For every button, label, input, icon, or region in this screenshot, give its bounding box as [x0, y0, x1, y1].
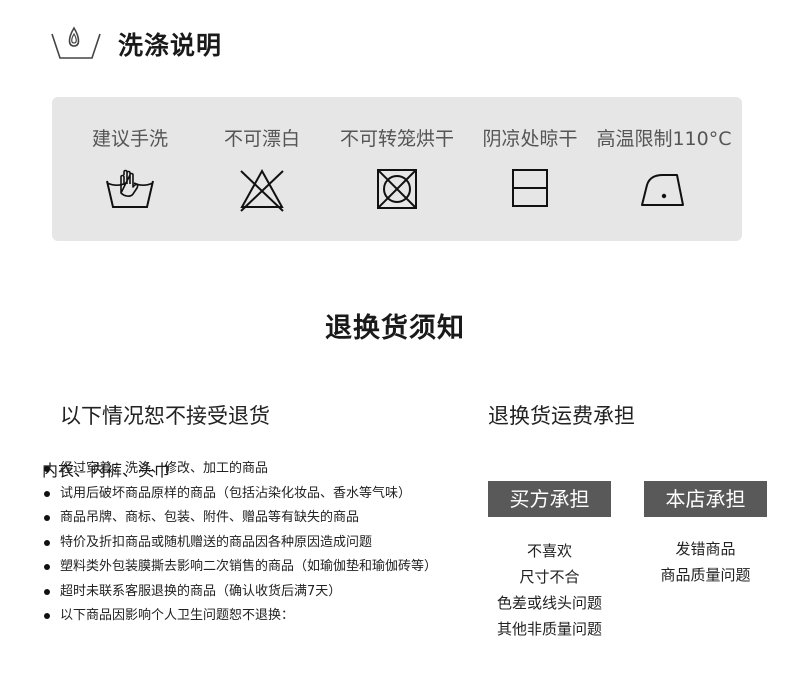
list-item: 其他非质量问题	[496, 620, 602, 638]
list-item: 试用后破坏商品原样的商品（包括沾染化妆品、香水等气味）	[42, 482, 437, 507]
bullet-icon	[44, 490, 50, 497]
care-item-no-tumble-dry: 不可转笼烘干	[336, 97, 458, 241]
no-return-list: 经过穿着、洗涤、修改、加工的商品 试用后破坏商品原样的商品（包括沾染化妆品、香水…	[42, 457, 437, 629]
list-item: 不喜欢	[526, 542, 572, 560]
list-item: 发错商品	[675, 540, 736, 558]
washing-title: 洗涤说明	[118, 31, 223, 60]
hygiene-items-text: 内衣、内裤、头巾	[42, 461, 171, 480]
shipping-fee-title: 退换货运费承担	[488, 404, 635, 428]
store-pays-list: 发错商品 商品质量问题	[644, 536, 767, 588]
care-label: 阴凉处晾干	[482, 128, 578, 150]
dry-in-shade-icon	[512, 169, 548, 207]
bullet-icon	[44, 588, 50, 595]
care-item-dry-in-shade: 阴凉处晾干	[480, 97, 580, 241]
no-bleach-icon	[240, 168, 284, 212]
bullet-icon	[44, 539, 50, 546]
care-symbols-panel: 建议手洗 不可漂白 不可转笼烘干 阴凉处晾干 高温限制110°C	[52, 97, 742, 241]
care-label: 高温限制110°C	[596, 128, 732, 150]
no-return-title: 以下情况恕不接受退货	[60, 404, 270, 428]
list-item: 尺寸不合	[519, 568, 580, 586]
bullet-icon	[44, 515, 50, 521]
list-item: 商品质量问题	[660, 566, 751, 584]
exchange-title: 退换货须知	[325, 313, 465, 344]
bullet-icon	[44, 564, 50, 570]
wash-basin-icon	[51, 26, 101, 59]
no-tumble-dry-icon	[377, 169, 417, 209]
list-item: 塑料类外包装膜撕去影响二次销售的商品（如瑜伽垫和瑜伽砖等）	[42, 555, 437, 580]
care-label: 不可漂白	[223, 128, 300, 150]
buyer-pays-badge: 买方承担	[488, 481, 611, 517]
bullet-icon	[44, 613, 50, 619]
care-item-iron-low-temp: 高温限制110°C	[594, 97, 734, 241]
buyer-pays-list: 不喜欢 尺寸不合 色差或线头问题 其他非质量问题	[488, 538, 611, 642]
iron-low-temp-icon	[641, 174, 684, 206]
washing-header: 洗涤说明	[50, 22, 222, 66]
store-pays-badge: 本店承担	[644, 481, 767, 517]
hand-wash-icon	[106, 169, 154, 208]
care-item-no-bleach: 不可漂白	[220, 97, 304, 241]
list-item: 特价及折扣商品或随机赠送的商品因各种原因造成问题	[42, 531, 437, 556]
care-item-hand-wash: 建议手洗	[86, 97, 174, 241]
list-item: 以下商品因影响个人卫生问题恕不退换：	[42, 604, 437, 629]
list-item: 色差或线头问题	[496, 594, 602, 612]
list-item: 商品吊牌、商标、包装、附件、赠品等有缺失的商品	[42, 506, 437, 531]
care-label: 不可转笼烘干	[339, 128, 454, 150]
list-item: 超时未联系客服退换的商品（确认收货后满7天）	[42, 580, 437, 605]
care-label: 建议手洗	[91, 128, 168, 150]
